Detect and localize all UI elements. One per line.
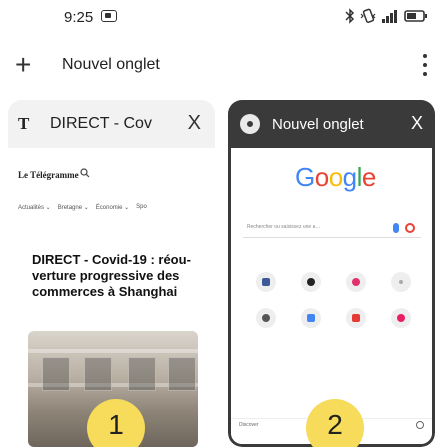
article-headline: DIRECT - Covid-19 : réou-verture progres…	[32, 252, 191, 299]
site-logo: Le Télégramme	[18, 170, 79, 180]
shortcut-icon	[300, 272, 321, 292]
new-tab-button[interactable]: Nouvel onglet	[62, 56, 160, 74]
shortcut-icon	[345, 272, 366, 292]
mic-icon	[393, 223, 399, 233]
search-placeholder: Rechercher ou saisissez une a…	[247, 224, 321, 230]
discover-label: Discover	[239, 422, 259, 428]
nav-item: Spo	[136, 204, 147, 210]
chrome-icon	[240, 114, 260, 134]
nav-item: Économie ⌄	[95, 205, 130, 211]
shortcut-icon	[255, 272, 276, 292]
bluetooth-icon	[345, 8, 355, 24]
gear-icon	[416, 421, 424, 429]
shortcut-icon	[390, 308, 411, 328]
shortcut-grid	[243, 272, 423, 328]
google-logo-text: Google	[295, 162, 376, 192]
status-time: 9:25	[64, 9, 94, 26]
battery-saver-icon	[101, 10, 117, 22]
google-logo: Google	[295, 162, 376, 193]
tab-card-new-tab[interactable]: Nouvel onglet X Google Rechercher ou sai…	[228, 100, 435, 447]
signal-icon	[381, 8, 399, 24]
nav-item: Bretagne ⌄	[57, 205, 89, 211]
nav-item: Actualités ⌄	[18, 205, 51, 211]
telegramme-favicon-icon: T	[18, 114, 30, 133]
new-tab-plus-icon[interactable]: +	[15, 51, 31, 79]
shortcut-icon	[345, 308, 366, 328]
tab-title: DIRECT - Cov	[50, 115, 152, 132]
shortcut-icon	[390, 272, 411, 292]
tab-grid: T DIRECT - Cov X Le Télégramme Actualité…	[0, 100, 442, 447]
tab-card-telegramme[interactable]: T DIRECT - Cov X Le Télégramme Actualité…	[8, 100, 215, 447]
more-options-icon[interactable]	[422, 54, 428, 76]
close-tab-icon[interactable]: X	[188, 112, 201, 135]
shortcut-icon	[255, 308, 276, 328]
site-nav: Actualités ⌄ Bretagne ⌄ Économie ⌄ Spo	[18, 204, 147, 211]
status-bar: 9:25	[0, 0, 442, 36]
tab-card-header: T DIRECT - Cov X	[8, 100, 215, 148]
shortcut-icon	[300, 308, 321, 328]
search-box: Rechercher ou saisissez une a…	[243, 220, 421, 238]
tab-title: Nouvel onglet	[272, 115, 364, 133]
vibrate-icon	[360, 8, 376, 24]
lens-icon	[405, 223, 415, 233]
search-icon	[80, 168, 90, 181]
close-tab-icon[interactable]: X	[411, 113, 423, 134]
tab-switcher-header: + Nouvel onglet	[0, 48, 442, 84]
battery-icon	[404, 8, 428, 24]
tab-card-header: Nouvel onglet X	[228, 100, 435, 148]
